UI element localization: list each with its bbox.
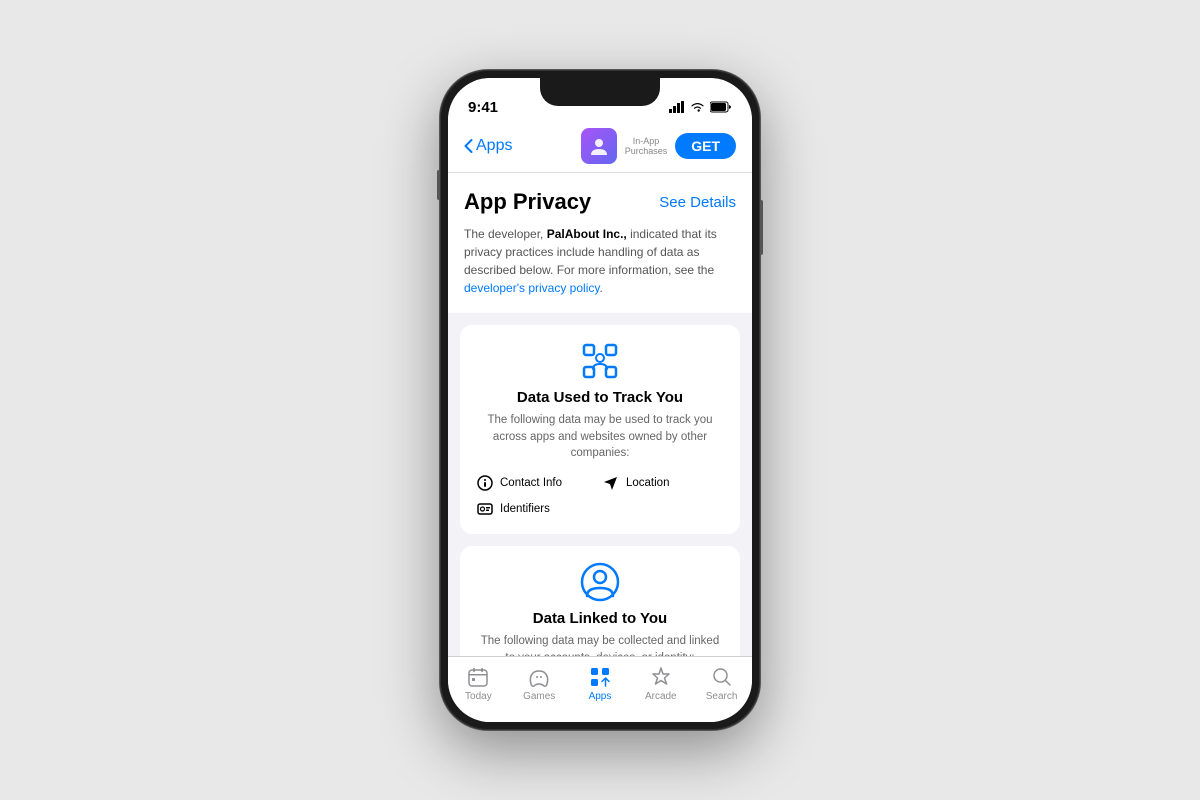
track-card-description: The following data may be used to track … bbox=[476, 412, 724, 462]
app-header-area: In-App Purchases GET bbox=[581, 128, 736, 164]
tab-games-label: Games bbox=[523, 691, 555, 702]
track-contact-label: Contact Info bbox=[500, 477, 562, 489]
tab-arcade-label: Arcade bbox=[645, 691, 677, 702]
tab-games[interactable]: Games bbox=[513, 665, 565, 702]
track-item-contact: Contact Info bbox=[476, 474, 598, 492]
linked-card: Data Linked to You The following data ma… bbox=[460, 546, 740, 656]
track-location-label: Location bbox=[626, 477, 669, 489]
track-you-card: Data Used to Track You The following dat… bbox=[460, 325, 740, 534]
tab-search-label: Search bbox=[706, 691, 738, 702]
battery-icon bbox=[710, 101, 732, 113]
cards-area: Data Used to Track You The following dat… bbox=[448, 313, 752, 656]
linked-icon-area bbox=[476, 562, 724, 602]
tab-apps-label: Apps bbox=[589, 691, 612, 702]
nav-bar: Apps In-App Purchases GET bbox=[448, 122, 752, 173]
desc-text-1: The developer, bbox=[464, 227, 547, 241]
privacy-policy-link[interactable]: developer's privacy policy bbox=[464, 281, 599, 295]
info-circle-icon bbox=[476, 474, 494, 492]
tab-search[interactable]: Search bbox=[696, 665, 748, 702]
privacy-description: The developer, PalAbout Inc., indicated … bbox=[464, 225, 736, 297]
search-icon bbox=[710, 665, 734, 689]
page-title-row: App Privacy See Details bbox=[464, 189, 736, 215]
user-circle-icon bbox=[580, 562, 620, 602]
track-icon-area bbox=[476, 341, 724, 381]
status-time: 9:41 bbox=[468, 99, 498, 116]
notch bbox=[540, 78, 660, 106]
page-title: App Privacy bbox=[464, 189, 591, 215]
games-icon bbox=[527, 665, 551, 689]
track-items-grid: Contact Info Location bbox=[476, 474, 724, 518]
see-details-link[interactable]: See Details bbox=[659, 194, 736, 211]
back-button[interactable]: Apps bbox=[464, 137, 512, 155]
back-label: Apps bbox=[476, 137, 512, 155]
track-card-title: Data Used to Track You bbox=[476, 389, 724, 406]
desc-end: . bbox=[599, 281, 602, 295]
id-badge-icon bbox=[476, 500, 494, 518]
app-purchase-info: In-App Purchases bbox=[625, 136, 668, 156]
phone-screen: 9:41 bbox=[448, 78, 752, 722]
status-icons bbox=[669, 101, 732, 113]
track-item-identifiers: Identifiers bbox=[476, 500, 598, 518]
app-icon bbox=[581, 128, 617, 164]
status-bar: 9:41 bbox=[448, 78, 752, 122]
arcade-icon bbox=[649, 665, 673, 689]
tab-today-label: Today bbox=[465, 691, 492, 702]
tab-today[interactable]: Today bbox=[452, 665, 504, 702]
track-identifiers-label: Identifiers bbox=[500, 503, 550, 515]
get-button[interactable]: GET bbox=[675, 133, 736, 159]
apps-icon bbox=[588, 665, 612, 689]
track-icon bbox=[580, 341, 620, 381]
track-item-location: Location bbox=[602, 474, 724, 492]
tab-apps[interactable]: Apps bbox=[574, 665, 626, 702]
phone-frame: 9:41 bbox=[440, 70, 760, 730]
tab-bar: Today Games bbox=[448, 656, 752, 722]
content-header: App Privacy See Details The developer, P… bbox=[448, 173, 752, 313]
developer-name: PalAbout Inc., bbox=[547, 227, 627, 241]
back-chevron-icon bbox=[464, 139, 473, 153]
signal-icon bbox=[669, 101, 685, 113]
in-app-label: In-App bbox=[633, 136, 660, 146]
today-icon bbox=[466, 665, 490, 689]
linked-card-description: The following data may be collected and … bbox=[476, 633, 724, 656]
wifi-icon bbox=[690, 101, 705, 113]
linked-card-title: Data Linked to You bbox=[476, 610, 724, 627]
content-area: App Privacy See Details The developer, P… bbox=[448, 173, 752, 656]
location-arrow-icon bbox=[602, 474, 620, 492]
tab-arcade[interactable]: Arcade bbox=[635, 665, 687, 702]
purchases-label: Purchases bbox=[625, 146, 668, 156]
app-logo-icon bbox=[588, 135, 610, 157]
